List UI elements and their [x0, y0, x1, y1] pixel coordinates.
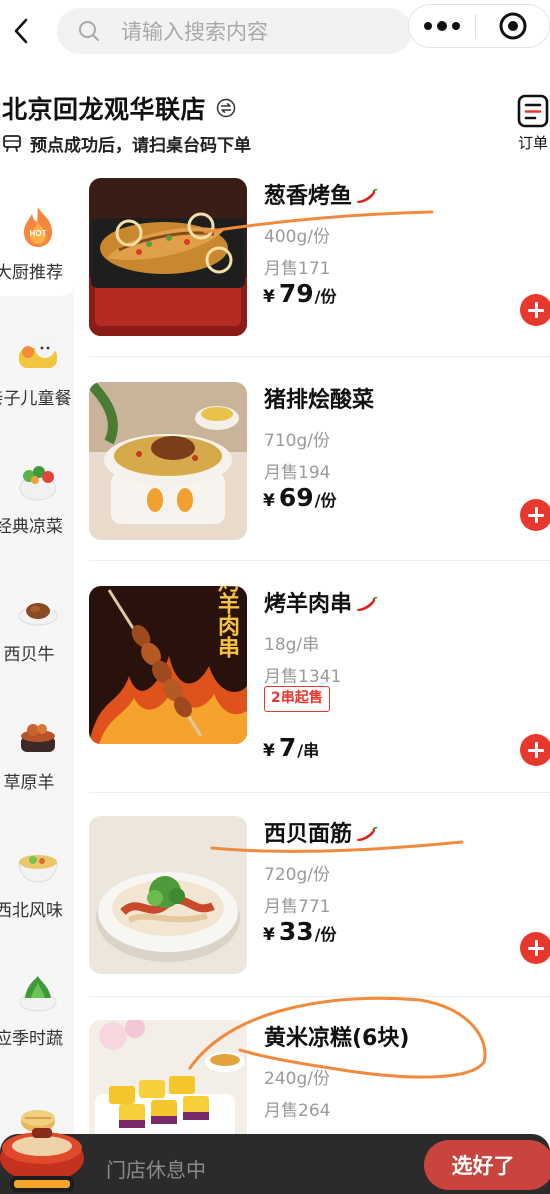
- dish-image[interactable]: [89, 178, 247, 336]
- dish-name: 黄米凉糕(6块): [264, 1026, 410, 1051]
- kids-meal-icon: [19, 338, 57, 368]
- table-icon: [3, 135, 21, 152]
- chili-pepper-icon: [356, 597, 378, 611]
- min-order-badge: 2串起售: [264, 686, 330, 712]
- sidebar-item-northwest[interactable]: 西北风味: [0, 842, 80, 962]
- orders-button[interactable]: 订单: [513, 94, 550, 156]
- add-to-cart-button[interactable]: [520, 734, 550, 766]
- dish-monthly-sales: 月售771: [264, 897, 331, 917]
- svg-text:HOT: HOT: [30, 229, 47, 238]
- category-sidebar: HOT 大厨推荐 亲子儿童餐 经典凉菜 西贝牛: [0, 164, 74, 1194]
- list-divider: [89, 560, 550, 561]
- dish-monthly-sales: 月售171: [264, 259, 331, 279]
- chevron-left-icon: [14, 18, 28, 44]
- vegetable-bowl-icon: [19, 976, 57, 1012]
- dish-monthly-sales: 月售1341: [264, 667, 342, 687]
- chili-pepper-icon: [356, 189, 378, 203]
- add-to-cart-button[interactable]: [520, 932, 550, 964]
- dish-price: ¥69/份: [263, 483, 337, 512]
- dish-card[interactable]: 猪排烩酸菜 710g/份 月售194 ¥69/份: [89, 382, 550, 582]
- dish-weight: 18g/串: [264, 635, 320, 655]
- search-placeholder: 请输入搜索内容: [121, 20, 268, 44]
- sidebar-item-label: 亲子儿童餐: [0, 389, 72, 409]
- dish-weight: 240g/份: [264, 1069, 330, 1089]
- order-notice: 预点成功后，请扫桌台码下单: [2, 130, 251, 156]
- checkout-label: 选好了: [451, 1154, 515, 1178]
- back-button[interactable]: [6, 14, 36, 48]
- sidebar-item-label: 应季时蔬: [0, 1029, 63, 1049]
- dish-name: 西贝面筋: [264, 816, 378, 848]
- dish-price: ¥79/份: [263, 279, 337, 308]
- sidebar-item-vegetables[interactable]: 应季时蔬: [0, 970, 80, 1090]
- orders-list-icon: [517, 94, 549, 128]
- salad-bowl-icon: [19, 466, 57, 501]
- sidebar-item-label: 西贝牛: [3, 645, 55, 665]
- switch-store-icon[interactable]: [216, 98, 236, 118]
- search-icon: [79, 21, 99, 41]
- hot-pot-cart-icon[interactable]: [0, 1118, 88, 1194]
- sidebar-item-kids-meal[interactable]: 亲子儿童餐: [0, 330, 80, 450]
- sidebar-item-label: 草原羊: [3, 773, 55, 793]
- noodle-bowl-icon: [18, 855, 58, 883]
- dish-weight: 710g/份: [264, 431, 330, 451]
- close-mini-program-button[interactable]: [476, 5, 549, 47]
- store-header[interactable]: 北京回龙观华联店: [2, 92, 236, 124]
- dish-image[interactable]: [89, 816, 247, 974]
- sidebar-item-beef[interactable]: 西贝牛: [0, 586, 80, 706]
- dish-name: 猪排烩酸菜: [264, 388, 375, 413]
- sidebar-item-label: 西北风味: [0, 901, 63, 921]
- search-input[interactable]: 请输入搜索内容: [57, 8, 412, 54]
- dish-weight: 720g/份: [264, 865, 330, 885]
- sidebar-item-cold-dishes[interactable]: 经典凉菜: [0, 458, 80, 578]
- list-divider: [89, 356, 550, 357]
- dish-monthly-sales: 月售264: [264, 1101, 331, 1121]
- dish-name: 葱香烤鱼: [264, 178, 378, 210]
- dish-image[interactable]: 烤羊肉串: [89, 586, 247, 744]
- dish-price: ¥7/串: [263, 733, 320, 762]
- checkout-button[interactable]: 选好了: [424, 1140, 550, 1190]
- store-closed-status: 门店休息中: [106, 1158, 206, 1182]
- sidebar-item-chef-recommend[interactable]: HOT 大厨推荐: [0, 204, 80, 324]
- more-options-button[interactable]: [409, 5, 475, 47]
- dish-name: 烤羊肉串: [264, 586, 378, 618]
- notice-text: 预点成功后，请扫桌台码下单: [30, 135, 251, 156]
- dish-weight: 400g/份: [264, 227, 330, 247]
- store-name: 北京回龙观华联店: [2, 95, 207, 124]
- list-divider: [89, 792, 550, 793]
- dish-monthly-sales: 月售194: [264, 463, 331, 483]
- chili-pepper-icon: [356, 827, 378, 841]
- dish-card[interactable]: 西贝面筋 720g/份 月售771 ¥33/份: [89, 816, 550, 1016]
- list-divider: [89, 996, 550, 997]
- target-close-icon: [499, 12, 526, 40]
- sidebar-item-label: 大厨推荐: [0, 263, 63, 283]
- top-bar: 请输入搜索内容: [0, 0, 550, 62]
- dish-price: ¥33/份: [263, 917, 337, 946]
- sidebar-item-lamb[interactable]: 草原羊: [0, 714, 80, 834]
- beef-dish-icon: [18, 603, 58, 626]
- dish-card[interactable]: 烤羊肉串 烤羊肉串 18g/串 月售1341 2串起售 ¥7/串: [89, 586, 550, 796]
- flame-icon: HOT: [24, 207, 52, 247]
- dish-card[interactable]: 葱香烤鱼 400g/份 月售171 ¥79/份: [89, 178, 550, 378]
- sidebar-item-label: 经典凉菜: [0, 517, 63, 537]
- add-to-cart-button[interactable]: [520, 499, 550, 531]
- mini-program-capsule: [408, 4, 550, 48]
- svg-text:烤羊肉串: 烤羊肉串: [214, 586, 240, 658]
- lamb-pot-icon: [21, 724, 55, 752]
- dish-image[interactable]: [89, 382, 247, 540]
- add-to-cart-button[interactable]: [520, 294, 550, 326]
- orders-label: 订单: [517, 134, 548, 152]
